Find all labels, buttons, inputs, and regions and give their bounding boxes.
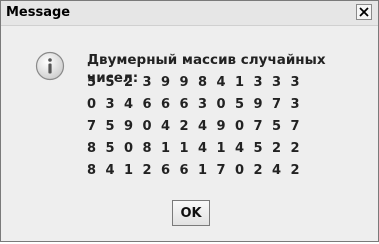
grid-cell: 6 (179, 163, 189, 178)
grid-cell: 7 (87, 119, 97, 134)
grid-cell: 7 (216, 163, 226, 178)
grid-cell: 5 (105, 141, 115, 156)
window-title: Message (6, 5, 71, 20)
grid-cell: 0 (235, 163, 245, 178)
grid-cell: 1 (161, 141, 171, 156)
grid-cell: 4 (216, 75, 226, 90)
grid-row: 841266170242 (87, 161, 372, 183)
grid-cell: 0 (124, 141, 134, 156)
grid-cell: 7 (272, 97, 282, 112)
message-dialog: Message Двумерный массив случайных чисел… (0, 0, 379, 242)
grid-cell: 9 (179, 75, 189, 90)
grid-cell: 3 (290, 97, 300, 112)
grid-cell: 1 (124, 163, 134, 178)
grid-cell: 2 (124, 75, 134, 90)
grid-cell: 0 (142, 119, 152, 134)
grid-cell: 3 (142, 75, 152, 90)
grid-cell: 3 (198, 97, 208, 112)
grid-cell: 5 (105, 119, 115, 134)
grid-cell: 1 (198, 163, 208, 178)
close-button[interactable] (356, 4, 372, 20)
message-content: Двумерный массив случайных чисел: 552399… (87, 51, 372, 183)
grid-cell: 8 (198, 75, 208, 90)
number-grid: 5523998413330346663059737590424907578508… (87, 73, 372, 183)
grid-cell: 4 (235, 141, 245, 156)
grid-cell: 6 (179, 97, 189, 112)
grid-cell: 3 (253, 75, 263, 90)
grid-cell: 1 (216, 141, 226, 156)
grid-cell: 5 (235, 97, 245, 112)
grid-cell: 6 (161, 163, 171, 178)
grid-cell: 8 (87, 141, 97, 156)
grid-cell: 2 (272, 141, 282, 156)
ok-button[interactable]: OK (172, 200, 210, 226)
grid-cell: 2 (142, 163, 152, 178)
grid-cell: 1 (179, 141, 189, 156)
grid-cell: 9 (124, 119, 134, 134)
grid-cell: 3 (105, 97, 115, 112)
grid-cell: 5 (105, 75, 115, 90)
grid-cell: 0 (87, 97, 97, 112)
grid-cell: 2 (290, 141, 300, 156)
grid-cell: 3 (272, 75, 282, 90)
grid-cell: 6 (142, 97, 152, 112)
message-heading: Двумерный массив случайных чисел: (87, 52, 326, 86)
grid-cell: 4 (124, 97, 134, 112)
grid-cell: 8 (87, 163, 97, 178)
grid-cell: 5 (87, 75, 97, 90)
grid-cell: 1 (235, 75, 245, 90)
grid-cell: 2 (290, 163, 300, 178)
grid-cell: 4 (161, 119, 171, 134)
grid-cell: 4 (272, 163, 282, 178)
grid-cell: 5 (253, 141, 263, 156)
grid-cell: 4 (198, 119, 208, 134)
grid-row: 552399841333 (87, 73, 372, 95)
grid-row: 034666305973 (87, 95, 372, 117)
grid-cell: 4 (198, 141, 208, 156)
info-icon (35, 51, 65, 81)
grid-row: 759042490757 (87, 117, 372, 139)
grid-cell: 6 (161, 97, 171, 112)
grid-cell: 9 (253, 97, 263, 112)
grid-cell: 8 (142, 141, 152, 156)
title-bar[interactable]: Message (1, 1, 378, 26)
grid-cell: 0 (235, 119, 245, 134)
grid-cell: 3 (290, 75, 300, 90)
close-icon (359, 7, 369, 17)
grid-cell: 4 (105, 163, 115, 178)
grid-cell: 2 (179, 119, 189, 134)
grid-cell: 0 (216, 97, 226, 112)
grid-row: 850811414522 (87, 139, 372, 161)
grid-cell: 7 (253, 119, 263, 134)
grid-cell: 9 (161, 75, 171, 90)
grid-cell: 7 (290, 119, 300, 134)
grid-cell: 2 (253, 163, 263, 178)
grid-cell: 9 (216, 119, 226, 134)
grid-cell: 5 (272, 119, 282, 134)
